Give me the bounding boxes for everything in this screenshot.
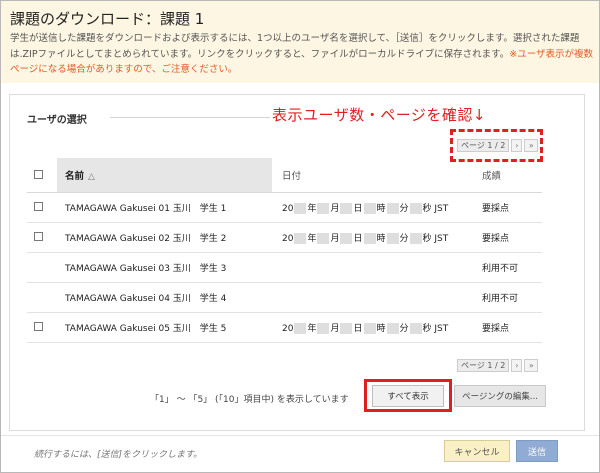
student-name: TAMAGAWA Gakusei 05 玉川 学生 5 [57, 312, 272, 343]
grade-status: 要採点 [472, 192, 542, 223]
sort-ascending-icon: △ [88, 171, 95, 182]
table-row: TAMAGAWA Gakusei 05 玉川 学生 5 20 年 月 日 時 分 秒 JST 要… [27, 312, 542, 343]
row-select-cell [27, 252, 57, 283]
submission-date: 20 年 月 日 時 分 秒 JST [272, 192, 472, 223]
date-part: 日 [353, 323, 363, 334]
grade-status: 要採点 [472, 222, 542, 253]
redacted-value [386, 322, 399, 334]
edit-paging-button[interactable]: ページングの編集... [454, 385, 546, 407]
date-part: 年 [307, 203, 317, 214]
header: 課題のダウンロード：課題 1 学生が送信した課題をダウンロードおよび表示するには… [1, 1, 599, 83]
pager-bottom: ページ 1 / 2 › » [457, 359, 539, 372]
pager-text: ページ 1 / 2 [457, 139, 510, 152]
date-part: 秒 JST [422, 203, 449, 214]
date-part: 分 [399, 233, 409, 244]
row-checkbox[interactable] [34, 232, 43, 241]
description-main: 学生が送信した課題をダウンロードおよび表示するには、1つ以上のユーザ名を選択して… [10, 33, 580, 60]
redacted-value [386, 202, 399, 214]
section-divider [110, 117, 270, 118]
grade-column-header[interactable]: 成績 [472, 158, 542, 193]
student-name: TAMAGAWA Gakusei 04 玉川 学生 4 [57, 282, 272, 313]
date-part: 時 [376, 323, 386, 334]
date-part: 秒 JST [422, 233, 449, 244]
row-checkbox[interactable] [34, 322, 43, 331]
student-name: TAMAGAWA Gakusei 03 玉川 学生 3 [57, 252, 272, 283]
redacted-value [294, 232, 307, 244]
date-column-header[interactable]: 日付 [272, 158, 472, 193]
submission-date: 20 年 月 日 時 分 秒 JST [272, 222, 472, 253]
date-part: 月 [330, 323, 340, 334]
date-part: 20 [282, 233, 294, 244]
date-part: 分 [399, 323, 409, 334]
show-all-button[interactable]: すべて表示 [372, 385, 444, 407]
user-selection-panel: ユーザの選択 表示ユーザ数・ページを確認↓ ページ 1 / 2 › » 名前 △ … [9, 94, 585, 431]
next-page-button-bottom[interactable]: › [511, 359, 523, 372]
redacted-value [409, 322, 422, 334]
redacted-value [340, 202, 353, 214]
continue-instruction: 続行するには、[送信]をクリックします。 [34, 450, 203, 460]
user-table: 名前 △ 日付 成績 TAMAGAWA Gakusei 01 玉川 学生 1 20 年… [27, 158, 542, 343]
redacted-value [340, 232, 353, 244]
row-select-cell [27, 222, 57, 253]
row-select-cell [27, 192, 57, 223]
date-part: 時 [376, 203, 386, 214]
grade-status: 利用不可 [472, 252, 542, 283]
date-part: 分 [399, 203, 409, 214]
submission-date [272, 252, 472, 283]
redacted-value [317, 202, 330, 214]
student-name: TAMAGAWA Gakusei 02 玉川 学生 2 [57, 222, 272, 253]
redacted-value [386, 232, 399, 244]
redacted-value [340, 322, 353, 334]
cancel-button[interactable]: キャンセル [444, 440, 510, 462]
date-part: 20 [282, 323, 294, 334]
submission-date [272, 282, 472, 313]
submission-date: 20 年 月 日 時 分 秒 JST [272, 312, 472, 343]
table-row: TAMAGAWA Gakusei 02 玉川 学生 2 20 年 月 日 時 分 秒 JST 要… [27, 222, 542, 253]
bottom-divider [1, 435, 599, 436]
next-page-button[interactable]: › [511, 139, 523, 152]
pager-text-bottom: ページ 1 / 2 [457, 359, 510, 372]
table-header-row: 名前 △ 日付 成績 [27, 158, 542, 193]
name-header-label: 名前 [65, 170, 85, 182]
grade-status: 要採点 [472, 312, 542, 343]
redacted-value [409, 202, 422, 214]
redacted-value [363, 202, 376, 214]
submit-button[interactable]: 送信 [516, 440, 558, 462]
table-row: TAMAGAWA Gakusei 04 玉川 学生 4 利用不可 [27, 282, 542, 313]
date-part: 年 [307, 233, 317, 244]
redacted-value [409, 232, 422, 244]
section-label: ユーザの選択 [27, 115, 87, 126]
last-page-button[interactable]: » [524, 139, 539, 152]
date-part: 年 [307, 323, 317, 334]
select-all-checkbox[interactable] [34, 170, 43, 180]
redacted-value [317, 322, 330, 334]
showing-count-text: 「1」 ～ 「5」 (「10」項目中) を表示しています [150, 395, 349, 405]
redacted-value [294, 322, 307, 334]
redacted-value [363, 322, 376, 334]
pager-top: ページ 1 / 2 › » [457, 139, 539, 152]
date-part: 日 [353, 233, 363, 244]
redacted-value [317, 232, 330, 244]
redacted-value [363, 232, 376, 244]
date-part: 時 [376, 233, 386, 244]
grade-status: 利用不可 [472, 282, 542, 313]
date-part: 秒 JST [422, 323, 449, 334]
table-row: TAMAGAWA Gakusei 01 玉川 学生 1 20 年 月 日 時 分 秒 JST 要… [27, 192, 542, 223]
date-part: 日 [353, 203, 363, 214]
row-checkbox[interactable] [34, 202, 43, 211]
name-column-header[interactable]: 名前 △ [57, 158, 272, 193]
description: 学生が送信した課題をダウンロードおよび表示するには、1つ以上のユーザ名を選択して… [10, 31, 595, 78]
date-part: 月 [330, 233, 340, 244]
table-row: TAMAGAWA Gakusei 03 玉川 学生 3 利用不可 [27, 252, 542, 283]
annotation-text: 表示ユーザ数・ページを確認↓ [272, 106, 486, 124]
select-all-cell [27, 158, 57, 193]
page-title: 課題のダウンロード：課題 1 [10, 10, 205, 28]
redacted-value [294, 202, 307, 214]
row-select-cell [27, 312, 57, 343]
date-part: 20 [282, 203, 294, 214]
date-part: 月 [330, 203, 340, 214]
last-page-button-bottom[interactable]: » [524, 359, 539, 372]
student-name: TAMAGAWA Gakusei 01 玉川 学生 1 [57, 192, 272, 223]
row-select-cell [27, 282, 57, 313]
